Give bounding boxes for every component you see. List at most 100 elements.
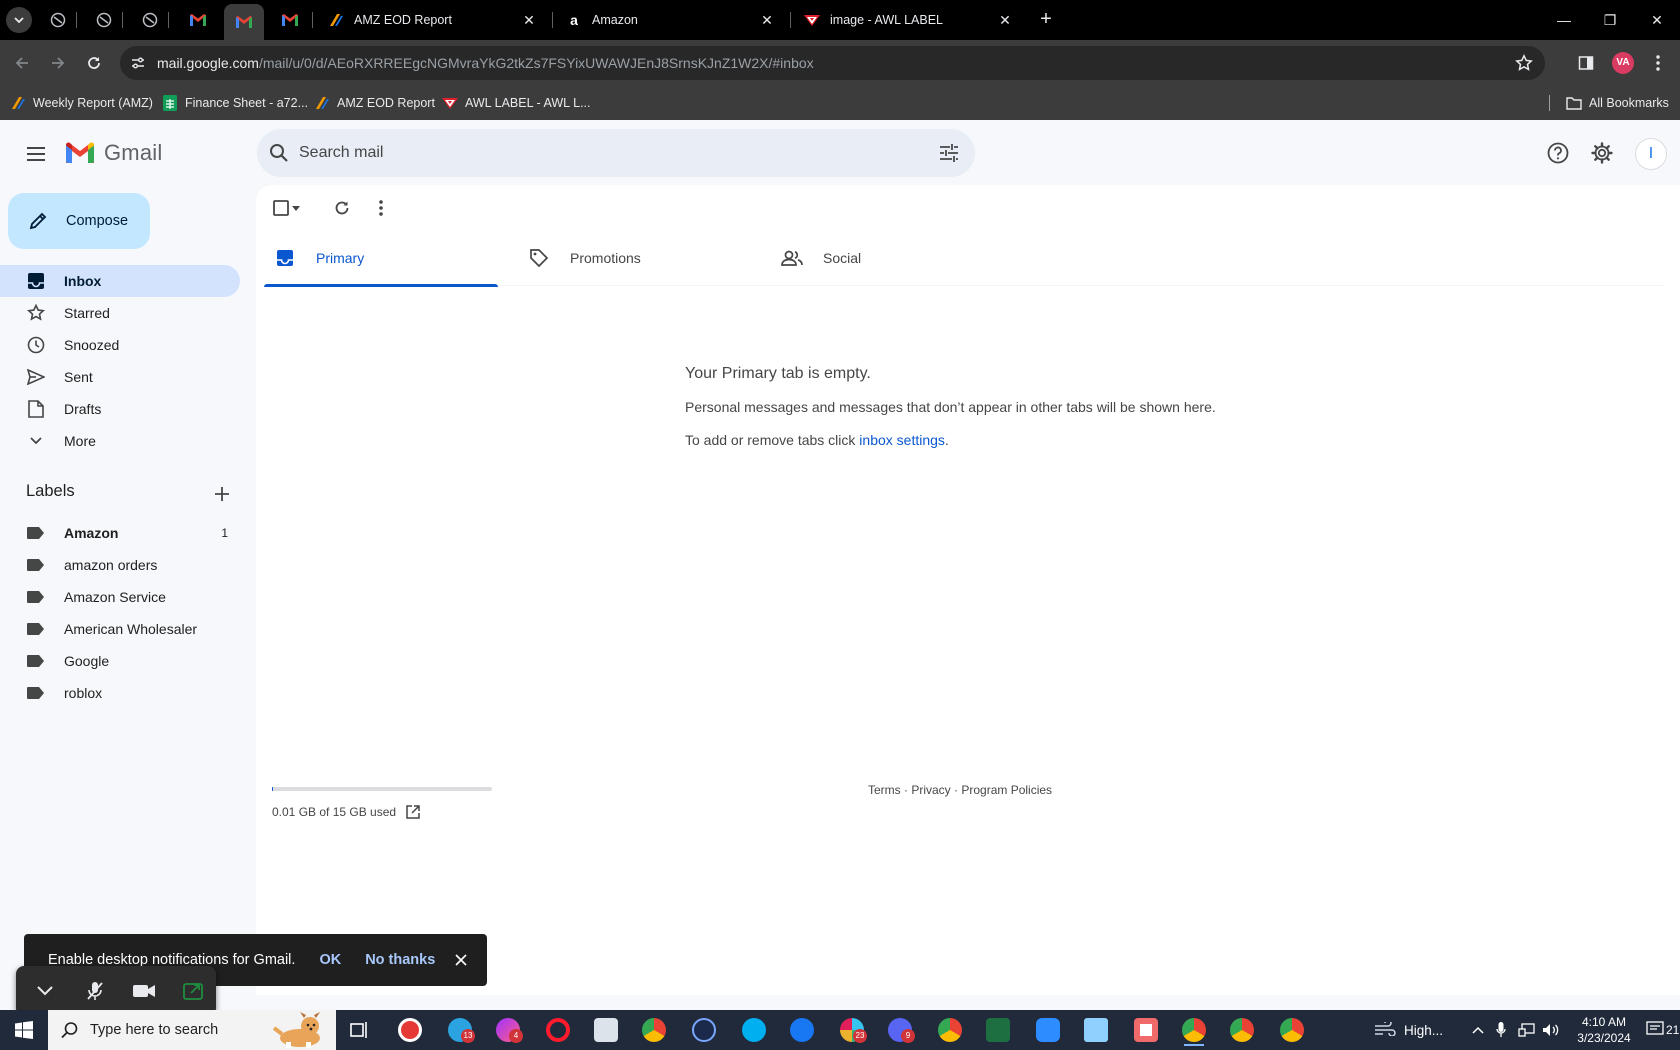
chevron-down-icon[interactable] [33, 979, 57, 1003]
app-screen-recorder-icon[interactable] [392, 1014, 428, 1046]
bookmark-finance-sheet[interactable]: Finance Sheet - a72... [162, 92, 308, 114]
open-external-icon[interactable] [404, 803, 422, 821]
new-tab-button[interactable]: + [1034, 8, 1058, 32]
url-text[interactable]: mail.google.com/mail/u/0/d/AEoRXRREEgcNG… [157, 55, 814, 71]
bookmark-awl-label[interactable]: AWL LABEL - AWL L... [442, 92, 591, 114]
close-icon[interactable] [449, 948, 473, 972]
camera-icon[interactable] [132, 979, 156, 1003]
taskbar-search[interactable]: Type here to search [48, 1010, 336, 1050]
pinned-tab-gmail-active[interactable] [224, 4, 264, 40]
app-opera-icon[interactable] [540, 1014, 576, 1046]
app-cleaner-icon[interactable] [588, 1014, 624, 1046]
nav-drafts[interactable]: Drafts [0, 393, 240, 425]
app-skype-icon[interactable] [736, 1014, 772, 1046]
app-notepad-icon[interactable] [1078, 1014, 1114, 1046]
notification-no-thanks-button[interactable]: No thanks [365, 952, 435, 968]
pinned-tab-1[interactable] [46, 8, 70, 32]
close-tab-icon[interactable]: ✕ [758, 12, 776, 29]
tray-overflow-icon[interactable] [1472, 1010, 1484, 1050]
tray-volume-icon[interactable] [1542, 1010, 1560, 1050]
tray-microphone-icon[interactable] [1496, 1010, 1506, 1050]
pinned-tab-3[interactable] [138, 8, 162, 32]
tab-primary[interactable]: Primary [264, 230, 498, 287]
label-google[interactable]: Google [0, 645, 240, 677]
forward-button[interactable] [46, 51, 70, 75]
create-label-button[interactable] [210, 482, 234, 506]
app-discord-icon[interactable]: 9 [882, 1014, 918, 1046]
share-screen-icon[interactable] [181, 979, 205, 1003]
account-avatar[interactable]: I [1635, 138, 1667, 170]
compose-button[interactable]: Compose [8, 193, 150, 249]
select-dropdown-icon[interactable] [288, 196, 304, 220]
tab-amz-eod-report[interactable]: AMZ EOD Report ✕ [318, 4, 548, 36]
pinned-tab-2[interactable] [92, 8, 116, 32]
action-center-button[interactable]: 21 [1646, 1010, 1679, 1050]
tab-awl-label[interactable]: image - AWL LABEL ✕ [794, 4, 1024, 36]
profile-avatar[interactable]: VA [1612, 52, 1634, 74]
pinned-tab-gmail-1[interactable] [186, 8, 210, 32]
app-chrome-profile-va-icon[interactable] [1176, 1014, 1212, 1046]
close-tab-icon[interactable]: ✕ [520, 12, 538, 29]
app-excel-icon[interactable] [980, 1014, 1016, 1046]
bookmark-amz-eod[interactable]: AMZ EOD Report [314, 92, 435, 114]
gmail-logo[interactable]: Gmail [64, 140, 162, 166]
nav-sent[interactable]: Sent [0, 361, 240, 393]
all-bookmarks-button[interactable]: All Bookmarks [1566, 92, 1669, 114]
tab-promotions[interactable]: Promotions [518, 230, 752, 286]
notification-ok-button[interactable]: OK [319, 952, 341, 968]
weather-widget[interactable]: High... [1374, 1010, 1443, 1050]
settings-gear-icon[interactable] [1588, 139, 1616, 167]
bookmark-weekly-report[interactable]: Weekly Report (AMZ) [10, 92, 153, 114]
tab-amazon[interactable]: a Amazon ✕ [556, 4, 786, 36]
label-amazon-service[interactable]: Amazon Service [0, 581, 240, 613]
app-asana-icon[interactable] [1128, 1014, 1164, 1046]
app-chrome-icon[interactable] [636, 1014, 672, 1046]
app-zoom-icon[interactable] [1030, 1014, 1066, 1046]
app-messenger-icon[interactable]: 4 [490, 1014, 526, 1046]
bookmark-star-icon[interactable] [1513, 52, 1535, 74]
app-chrome-profile-j-icon[interactable] [1224, 1014, 1260, 1046]
app-telegram-icon[interactable]: 13 [442, 1014, 478, 1046]
taskbar-clock[interactable]: 4:10 AM 3/23/2024 [1568, 1014, 1640, 1046]
app-clock-icon[interactable] [686, 1014, 722, 1046]
nav-starred[interactable]: Starred [0, 297, 240, 329]
nav-more[interactable]: More [0, 425, 240, 457]
start-button[interactable] [0, 1010, 48, 1050]
main-menu-button[interactable] [22, 140, 50, 168]
search-input[interactable] [299, 139, 859, 167]
tab-search-button[interactable] [6, 7, 32, 33]
search-icon[interactable] [267, 141, 291, 165]
support-icon[interactable] [1544, 139, 1572, 167]
program-policies-link[interactable]: Program Policies [961, 783, 1052, 797]
task-view-icon[interactable] [342, 1014, 378, 1046]
restore-button[interactable]: ❐ [1587, 8, 1633, 32]
nav-snoozed[interactable]: Snoozed [0, 329, 240, 361]
minimize-button[interactable]: — [1541, 8, 1587, 32]
app-chrome-profile-w-icon[interactable] [932, 1014, 968, 1046]
site-settings-icon[interactable] [126, 51, 150, 75]
search-options-icon[interactable] [937, 141, 961, 165]
nav-inbox[interactable]: Inbox [0, 265, 240, 297]
refresh-icon[interactable] [330, 196, 354, 220]
inbox-settings-link[interactable]: inbox settings [859, 432, 945, 448]
close-tab-icon[interactable]: ✕ [996, 12, 1014, 29]
app-slack-icon[interactable]: 23 [834, 1014, 870, 1046]
back-button[interactable] [10, 51, 34, 75]
reload-button[interactable] [82, 51, 106, 75]
close-window-button[interactable]: ✕ [1634, 8, 1680, 32]
app-chrome-profile-w2-icon[interactable] [1274, 1014, 1310, 1046]
privacy-link[interactable]: Privacy [911, 783, 950, 797]
microphone-muted-icon[interactable] [83, 979, 107, 1003]
pinned-tab-gmail-3[interactable] [278, 8, 302, 32]
terms-link[interactable]: Terms [868, 783, 901, 797]
label-amazon[interactable]: Amazon 1 [0, 517, 240, 549]
label-amazon-orders[interactable]: amazon orders [0, 549, 240, 581]
address-bar[interactable]: mail.google.com/mail/u/0/d/AEoRXRREEgcNG… [120, 46, 1545, 80]
chrome-menu-icon[interactable] [1648, 51, 1668, 75]
tab-social[interactable]: Social [771, 230, 1005, 286]
side-panel-icon[interactable] [1574, 51, 1598, 75]
label-american-wholesaler[interactable]: American Wholesaler [0, 613, 240, 645]
tray-network-icon[interactable] [1518, 1010, 1536, 1050]
more-actions-icon[interactable] [369, 196, 393, 220]
label-roblox[interactable]: roblox [0, 677, 240, 709]
